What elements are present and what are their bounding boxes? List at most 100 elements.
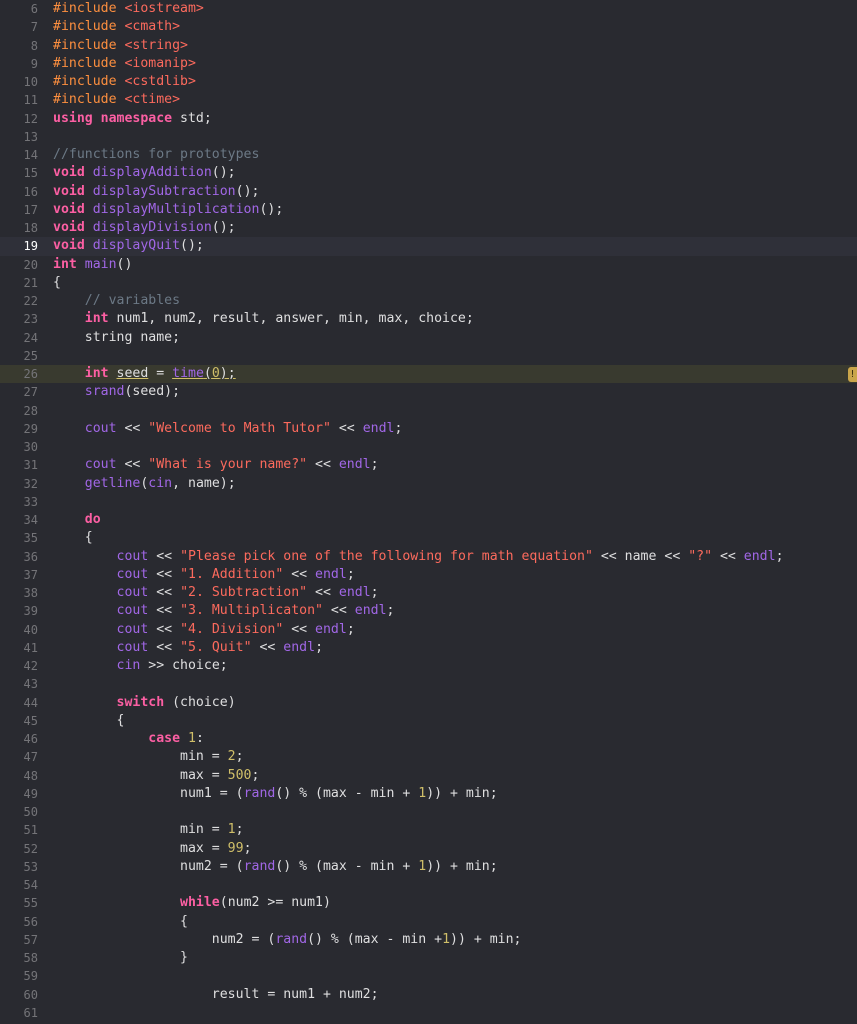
code-line[interactable]: 12 using namespace std; — [0, 110, 857, 128]
code-line[interactable]: 50 — [0, 803, 857, 821]
code-text[interactable]: switch (choice) — [53, 694, 236, 712]
code-text[interactable]: cout << "5. Quit" << endl; — [53, 639, 323, 657]
code-line[interactable]: 30 — [0, 438, 857, 456]
code-line[interactable]: 15 void displayAddition(); — [0, 164, 857, 182]
code-line[interactable]: 6 #include <iostream> — [0, 0, 857, 18]
code-text[interactable]: #include <cstdlib> — [53, 73, 196, 91]
code-line[interactable]: 27 srand(seed); — [0, 383, 857, 401]
code-text[interactable]: void displayMultiplication(); — [53, 201, 283, 219]
code-text[interactable]: #include <ctime> — [53, 91, 180, 109]
code-text[interactable]: } — [53, 949, 188, 967]
code-line[interactable]: 45 { — [0, 712, 857, 730]
code-line[interactable]: 28 — [0, 402, 857, 420]
code-text[interactable]: void displayAddition(); — [53, 164, 236, 182]
code-line[interactable]: 13 — [0, 128, 857, 146]
code-line[interactable]: 31 cout << "What is your name?" << endl; — [0, 456, 857, 474]
code-line[interactable]: 53 num2 = (rand() % (max - min + 1)) + m… — [0, 858, 857, 876]
code-text[interactable]: #include <cmath> — [53, 18, 180, 36]
code-text[interactable]: cout << "Please pick one of the followin… — [53, 548, 784, 566]
code-line[interactable]: 32 getline(cin, name); — [0, 475, 857, 493]
code-line[interactable]: 21 { — [0, 274, 857, 292]
code-text[interactable]: num1 = (rand() % (max - min + 1)) + min; — [53, 785, 498, 803]
code-line[interactable]: 26 int seed = time(0);! — [0, 365, 857, 384]
code-line[interactable]: 48 max = 500; — [0, 767, 857, 785]
code-text[interactable]: getline(cin, name); — [53, 475, 236, 493]
code-text[interactable]: do — [53, 511, 101, 529]
code-text[interactable]: min = 2; — [53, 748, 244, 766]
code-line[interactable]: 61 — [0, 1004, 857, 1022]
code-line[interactable]: 25 — [0, 347, 857, 365]
code-line[interactable]: 54 — [0, 876, 857, 894]
code-line[interactable]: 42 cin >> choice; — [0, 657, 857, 675]
code-text[interactable]: max = 500; — [53, 767, 259, 785]
code-line[interactable]: 52 max = 99; — [0, 840, 857, 858]
code-line[interactable]: 17 void displayMultiplication(); — [0, 201, 857, 219]
code-line[interactable]: 16 void displaySubtraction(); — [0, 183, 857, 201]
code-line[interactable]: 23 int num1, num2, result, answer, min, … — [0, 310, 857, 328]
code-line[interactable]: 9 #include <iomanip> — [0, 55, 857, 73]
code-text[interactable]: cout << "Welcome to Math Tutor" << endl; — [53, 420, 403, 438]
code-line[interactable]: 29 cout << "Welcome to Math Tutor" << en… — [0, 420, 857, 438]
code-text[interactable]: #include <string> — [53, 37, 188, 55]
code-line[interactable]: 10 #include <cstdlib> — [0, 73, 857, 91]
code-text[interactable]: { — [53, 274, 61, 292]
code-text[interactable]: cout << "2. Subtraction" << endl; — [53, 584, 379, 602]
code-text[interactable]: void displayQuit(); — [53, 237, 204, 255]
code-text[interactable]: min = 1; — [53, 821, 244, 839]
code-line[interactable]: 43 — [0, 675, 857, 693]
code-line[interactable]: 20 int main() — [0, 256, 857, 274]
code-line[interactable]: 51 min = 1; — [0, 821, 857, 839]
code-text[interactable]: result = num1 + num2; — [53, 986, 379, 1004]
code-text[interactable]: cout << "1. Addition" << endl; — [53, 566, 355, 584]
code-text[interactable]: //functions for prototypes — [53, 146, 259, 164]
code-text[interactable]: int num1, num2, result, answer, min, max… — [53, 310, 474, 328]
code-line[interactable]: 41 cout << "5. Quit" << endl; — [0, 639, 857, 657]
code-editor[interactable]: 6 #include <iostream> 7 #include <cmath> 8 #i… — [0, 0, 857, 1024]
code-text[interactable]: int main() — [53, 256, 132, 274]
code-text[interactable]: using namespace std; — [53, 110, 212, 128]
warning-icon[interactable]: ! — [848, 367, 857, 382]
code-line[interactable]: 60 result = num1 + num2; — [0, 986, 857, 1004]
code-text[interactable]: { — [53, 529, 93, 547]
code-line[interactable]: 59 — [0, 967, 857, 985]
code-text[interactable]: { — [53, 712, 125, 730]
code-line[interactable]: 24 string name; — [0, 329, 857, 347]
code-text[interactable]: cout << "What is your name?" << endl; — [53, 456, 379, 474]
code-line[interactable]: 49 num1 = (rand() % (max - min + 1)) + m… — [0, 785, 857, 803]
code-line[interactable]: 46 case 1: — [0, 730, 857, 748]
code-line[interactable]: 36 cout << "Please pick one of the follo… — [0, 548, 857, 566]
code-text[interactable]: // variables — [53, 292, 180, 310]
code-line[interactable]: 7 #include <cmath> — [0, 18, 857, 36]
code-text[interactable]: void displaySubtraction(); — [53, 183, 259, 201]
code-text[interactable]: cout << "4. Division" << endl; — [53, 621, 355, 639]
code-text[interactable]: void displayDivision(); — [53, 219, 236, 237]
code-line[interactable]: 55 while(num2 >= num1) — [0, 894, 857, 912]
code-text[interactable]: num2 = (rand() % (max - min +1)) + min; — [53, 931, 522, 949]
code-text[interactable]: case 1: — [53, 730, 204, 748]
code-line[interactable]: 8 #include <string> — [0, 37, 857, 55]
code-line[interactable]: 39 cout << "3. Multiplicaton" << endl; — [0, 602, 857, 620]
code-text[interactable]: #include <iostream> — [53, 0, 204, 18]
code-text[interactable]: max = 99; — [53, 840, 251, 858]
code-text[interactable]: cin >> choice; — [53, 657, 228, 675]
code-line[interactable]: 38 cout << "2. Subtraction" << endl; — [0, 584, 857, 602]
code-line[interactable]: 47 min = 2; — [0, 748, 857, 766]
code-line[interactable]: 35 { — [0, 529, 857, 547]
code-line[interactable]: 14 //functions for prototypes — [0, 146, 857, 164]
code-line[interactable]: 37 cout << "1. Addition" << endl; — [0, 566, 857, 584]
code-text[interactable]: srand(seed); — [53, 383, 180, 401]
code-line[interactable]: 44 switch (choice) — [0, 694, 857, 712]
code-text[interactable]: string name; — [53, 329, 180, 347]
code-text[interactable]: while(num2 >= num1) — [53, 894, 331, 912]
code-line[interactable]: 58 } — [0, 949, 857, 967]
code-line[interactable]: 22 // variables — [0, 292, 857, 310]
code-text[interactable]: { — [53, 913, 188, 931]
code-line[interactable]: 18 void displayDivision(); — [0, 219, 857, 237]
code-text[interactable]: #include <iomanip> — [53, 55, 196, 73]
code-line[interactable]: 57 num2 = (rand() % (max - min +1)) + mi… — [0, 931, 857, 949]
code-line[interactable]: 40 cout << "4. Division" << endl; — [0, 621, 857, 639]
code-text[interactable]: int seed = time(0); — [53, 365, 236, 383]
code-line[interactable]: 11 #include <ctime> — [0, 91, 857, 109]
code-line[interactable]: 56 { — [0, 913, 857, 931]
code-line[interactable]: 34 do — [0, 511, 857, 529]
